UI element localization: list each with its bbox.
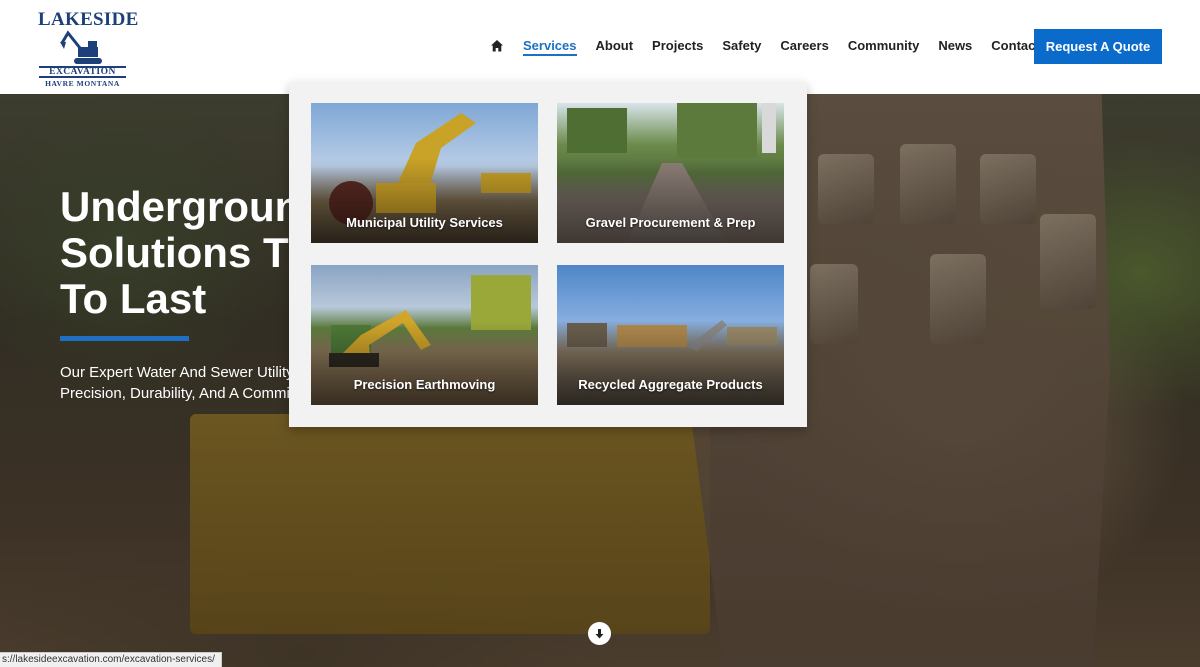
site-header: LAKESIDE EXCAVATION HAVRE MONTANA Servic… [0,0,1200,94]
main-nav: Services About Projects Safety Careers C… [490,36,1059,56]
service-card-precision-earthmoving[interactable]: Precision Earthmoving [311,265,538,405]
excavator-logo-icon [60,30,102,64]
nav-item-projects[interactable]: Projects [652,36,703,56]
nav-item-about[interactable]: About [596,36,634,56]
logo-location: HAVRE MONTANA [45,79,120,88]
browser-status-url: s://lakesideexcavation.com/excavation-se… [0,652,222,667]
service-card-recycled-aggregate[interactable]: Recycled Aggregate Products [557,265,784,405]
service-card-label: Gravel Procurement & Prep [585,215,756,230]
nav-item-community[interactable]: Community [848,36,920,56]
scroll-down-icon[interactable] [588,622,611,645]
request-quote-button[interactable]: Request A Quote [1034,29,1162,64]
logo-name-band: EXCAVATION [39,66,126,78]
logo-name-top: LAKESIDE [38,9,139,30]
service-card-label: Precision Earthmoving [353,377,496,392]
hero-accent-line [60,336,189,341]
service-card-label: Recycled Aggregate Products [578,377,763,392]
service-card-label: Municipal Utility Services [346,215,503,230]
services-dropdown-menu: Municipal Utility Services Gravel Procur… [289,82,807,427]
home-icon[interactable] [490,39,504,53]
service-card-gravel-procurement[interactable]: Gravel Procurement & Prep [557,103,784,243]
site-logo[interactable]: LAKESIDE EXCAVATION HAVRE MONTANA [36,9,138,88]
nav-item-safety[interactable]: Safety [722,36,761,56]
nav-item-contact[interactable]: Contact [991,36,1039,56]
nav-item-news[interactable]: News [938,36,972,56]
nav-item-services[interactable]: Services [523,37,577,56]
nav-item-careers[interactable]: Careers [780,36,828,56]
service-card-municipal-utility[interactable]: Municipal Utility Services [311,103,538,243]
